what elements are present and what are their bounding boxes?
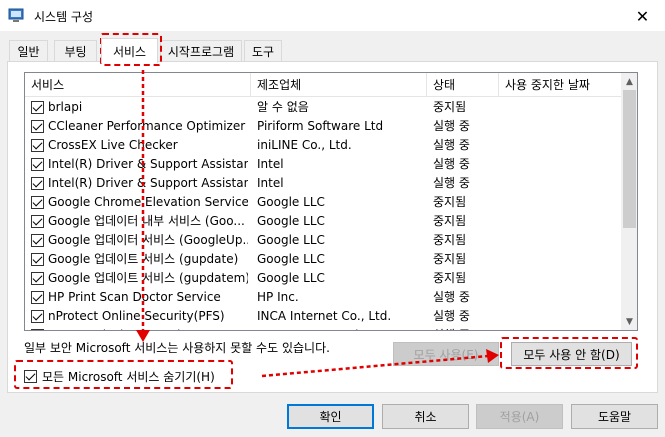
- system-config-icon: [8, 8, 24, 22]
- enable-all-button[interactable]: 모두 사용(E): [393, 342, 499, 366]
- service-manufacturer: INCA Internet Co., Ltd.: [257, 309, 392, 323]
- service-name: Google 업데이터 내부 서비스 (Goo...: [48, 214, 245, 228]
- hide-ms-services-checkbox[interactable]: 모든 Microsoft 서비스 숨기기(H): [24, 367, 215, 385]
- service-name: CrossEX Live Checker: [48, 138, 178, 152]
- service-checkbox[interactable]: [31, 139, 44, 152]
- service-manufacturer: Google LLC: [257, 271, 325, 285]
- service-status: 실행 중: [433, 119, 470, 133]
- apply-button[interactable]: 적용(A): [476, 404, 563, 429]
- service-manufacturer: 알 수 없음: [257, 100, 309, 114]
- service-checkbox[interactable]: [31, 253, 44, 266]
- hide-ms-label: 모든 Microsoft 서비스 숨기기(H): [42, 369, 215, 384]
- service-checkbox[interactable]: [31, 234, 44, 247]
- title-bar: 시스템 구성 ✕: [0, 0, 665, 32]
- service-checkbox[interactable]: [31, 310, 44, 323]
- table-row[interactable]: Google 업데이트 서비스 (gupdatem) Google LLC 중지됨: [25, 269, 621, 288]
- service-manufacturer: iniLINE Co., Ltd.: [257, 138, 352, 152]
- hide-ms-checkbox-box[interactable]: [24, 369, 37, 383]
- service-manufacturer: HP Inc.: [257, 290, 299, 304]
- table-row[interactable]: nProtect Online Security(PFS) INCA Intern…: [25, 307, 621, 326]
- service-name: HP Print Scan Doctor Service: [48, 290, 221, 304]
- help-button[interactable]: 도움말: [571, 404, 658, 429]
- service-checkbox[interactable]: [31, 120, 44, 133]
- service-manufacturer: Piriform Software Ltd: [257, 119, 384, 133]
- service-status: 실행 중: [433, 176, 470, 190]
- service-checkbox[interactable]: [31, 291, 44, 304]
- table-row[interactable]: Google 업데이트 서비스 (gupdate) Google LLC 중지됨: [25, 250, 621, 269]
- table-row[interactable]: HP Print Scan Doctor Service HP Inc. 실행 중: [25, 288, 621, 307]
- table-row[interactable]: Intel(R) Driver & Support Assistant ... I…: [25, 174, 621, 193]
- service-manufacturer: Intel: [257, 157, 284, 171]
- service-status: 실행 중: [433, 326, 497, 330]
- service-status: 중지됨: [433, 233, 467, 247]
- tab-boot[interactable]: 부팅: [54, 40, 97, 61]
- service-status: 중지됨: [433, 100, 467, 114]
- tab-general[interactable]: 일반: [9, 40, 48, 61]
- service-name: CCleaner Performance Optimizer S...: [48, 119, 248, 133]
- ok-button[interactable]: 확인: [287, 404, 374, 429]
- service-checkbox[interactable]: [31, 101, 44, 114]
- table-row[interactable]: CrossEX Live Checker iniLINE Co., Ltd. 실행 …: [25, 136, 621, 155]
- column-header-service[interactable]: 서비스: [25, 73, 251, 97]
- window-title: 시스템 구성: [34, 10, 94, 24]
- service-name: Intel(R) Driver & Support Assistant: [48, 157, 248, 171]
- scroll-thumb[interactable]: [623, 90, 636, 228]
- service-checkbox[interactable]: [31, 196, 44, 209]
- close-icon: ✕: [635, 6, 650, 26]
- service-checkbox[interactable]: [31, 329, 44, 330]
- table-row[interactable]: Google 업데이터 내부 서비스 (Goo... Google LLC 중지됨: [25, 212, 621, 231]
- table-row[interactable]: Google Chrome Elevation Service (... Goog…: [25, 193, 621, 212]
- service-manufacturer: Google LLC: [257, 214, 325, 228]
- disable-all-button[interactable]: 모두 사용 안 함(D): [511, 342, 632, 366]
- service-manufacturer: NVIDIA Corporation: [257, 326, 425, 330]
- table-row[interactable]: Intel(R) Driver & Support Assistant Intel…: [25, 155, 621, 174]
- tab-startup[interactable]: 시작프로그램: [160, 40, 242, 61]
- service-status: 중지됨: [433, 214, 467, 228]
- tab-services[interactable]: 서비스: [101, 38, 158, 63]
- table-row[interactable]: CCleaner Performance Optimizer S... Pirif…: [25, 117, 621, 136]
- service-manufacturer: Google LLC: [257, 252, 325, 266]
- service-manufacturer: Intel: [257, 176, 284, 190]
- service-status: 실행 중: [433, 309, 470, 323]
- vertical-scrollbar[interactable]: ▲ ▼: [621, 73, 637, 330]
- close-button[interactable]: ✕: [620, 0, 665, 32]
- list-header: 서비스 제조업체 상태 사용 중지한 날짜: [25, 73, 621, 97]
- table-row[interactable]: Google 업데이터 서비스 (GoogleUp... Google LLC 중지…: [25, 231, 621, 250]
- service-checkbox[interactable]: [31, 177, 44, 190]
- scroll-up-icon[interactable]: ▲: [621, 73, 637, 90]
- service-name: Google 업데이트 서비스 (gupdatem): [48, 271, 248, 285]
- table-row[interactable]: brlapi 알 수 없음 중지됨: [25, 98, 621, 117]
- column-header-manufacturer[interactable]: 제조업체: [251, 73, 427, 97]
- service-name: Google 업데이트 서비스 (gupdate): [48, 252, 239, 266]
- tab-strip: 일반 부팅 서비스 시작프로그램 도구: [0, 38, 665, 63]
- service-name: nProtect Online Security(PFS): [48, 309, 225, 323]
- service-status: 중지됨: [433, 195, 467, 209]
- service-status: 실행 중: [433, 290, 470, 304]
- service-name: NVIDIA Display Container LS: [48, 326, 248, 330]
- service-name: Intel(R) Driver & Support Assistant ...: [48, 176, 248, 190]
- service-manufacturer: Google LLC: [257, 195, 325, 209]
- table-row[interactable]: NVIDIA Display Container LS NVIDIA Corpor…: [25, 326, 621, 330]
- service-status: 실행 중: [433, 138, 470, 152]
- column-header-status[interactable]: 상태: [427, 73, 499, 97]
- service-name: brlapi: [48, 100, 83, 114]
- service-checkbox[interactable]: [31, 272, 44, 285]
- service-name: Google 업데이터 서비스 (GoogleUp...: [48, 233, 248, 247]
- list-rows: brlapi 알 수 없음 중지됨 CCleaner Performance Opti…: [25, 98, 621, 330]
- column-header-date-disabled[interactable]: 사용 중지한 날짜: [499, 73, 621, 97]
- cancel-button[interactable]: 취소: [382, 404, 469, 429]
- service-checkbox[interactable]: [31, 158, 44, 171]
- service-checkbox[interactable]: [31, 215, 44, 228]
- security-note: 일부 보안 Microsoft 서비스는 사용하지 못할 수도 있습니다.: [24, 341, 330, 355]
- tab-tools[interactable]: 도구: [244, 40, 282, 61]
- scroll-down-icon[interactable]: ▼: [621, 313, 637, 330]
- service-status: 중지됨: [433, 252, 467, 266]
- services-list[interactable]: 서비스 제조업체 상태 사용 중지한 날짜 brlapi 알 수 없음 중지됨 CCl…: [24, 72, 638, 331]
- service-status: 실행 중: [433, 157, 470, 171]
- service-name: Google Chrome Elevation Service (...: [48, 195, 248, 209]
- service-manufacturer: Google LLC: [257, 233, 325, 247]
- service-status: 중지됨: [433, 271, 467, 285]
